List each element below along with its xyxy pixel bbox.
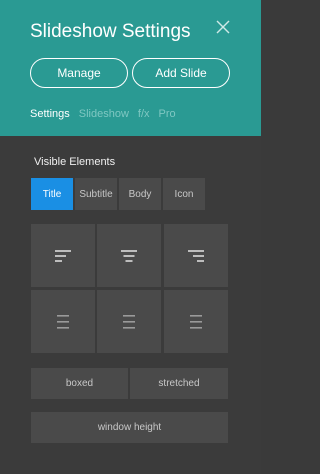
manage-button[interactable]: Manage [30, 58, 128, 88]
window-height-button[interactable]: window height [31, 412, 228, 443]
tab-slideshow[interactable]: Slideshow [79, 108, 129, 122]
tab-settings[interactable]: Settings [30, 108, 70, 122]
align-top-left-icon[interactable] [31, 224, 95, 287]
visible-elements-label: Visible Elements [34, 156, 116, 168]
align-top-right-icon[interactable] [164, 224, 228, 287]
tab-pro[interactable]: Pro [159, 108, 176, 122]
close-icon[interactable] [216, 20, 232, 36]
slideshow-settings-panel: Slideshow Settings Manage Add Slide Sett… [0, 0, 261, 474]
boxed-button[interactable]: boxed [31, 368, 128, 399]
add-slide-button[interactable]: Add Slide [132, 58, 230, 88]
element-title-toggle[interactable]: Title [31, 178, 73, 210]
settings-tabs: Settings Slideshow f/x Pro [30, 108, 176, 122]
panel-header: Slideshow Settings Manage Add Slide Sett… [0, 0, 261, 136]
align-middle-right-icon[interactable] [164, 290, 228, 353]
active-tab-pointer [43, 129, 57, 136]
element-subtitle-toggle[interactable]: Subtitle [75, 178, 117, 210]
align-top-center-icon[interactable] [97, 224, 161, 287]
align-middle-left-icon[interactable] [31, 290, 95, 353]
align-middle-center-icon[interactable] [97, 290, 161, 353]
tab-fx[interactable]: f/x [138, 108, 150, 122]
element-icon-toggle[interactable]: Icon [163, 178, 205, 210]
stretched-button[interactable]: stretched [130, 368, 228, 399]
element-body-toggle[interactable]: Body [119, 178, 161, 210]
panel-title: Slideshow Settings [30, 21, 191, 42]
